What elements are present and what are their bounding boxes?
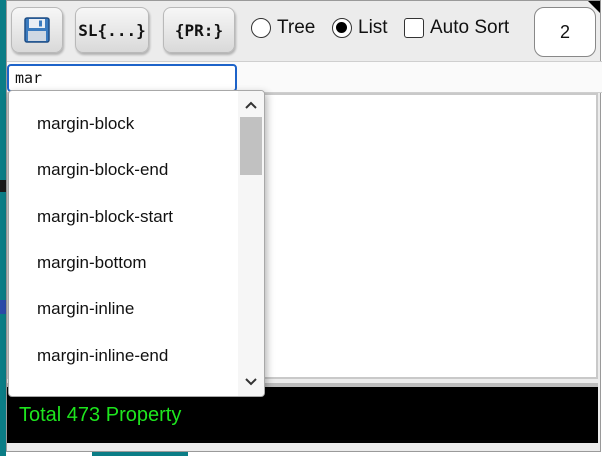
dropdown-scrollbar[interactable] xyxy=(238,91,264,396)
floppy-disk-icon xyxy=(24,17,50,43)
search-input[interactable] xyxy=(7,64,237,92)
tree-label: Tree xyxy=(277,17,316,38)
auto-sort-label: Auto Sort xyxy=(430,17,510,38)
auto-sort-option[interactable]: Auto Sort xyxy=(404,13,509,43)
search-row xyxy=(7,61,602,93)
autocomplete-item[interactable]: margin-bottom xyxy=(9,240,237,286)
chevron-down-icon[interactable] xyxy=(238,370,264,394)
list-label: List xyxy=(358,17,388,38)
list-radio[interactable] xyxy=(332,18,352,38)
sl-button[interactable]: SL{...} xyxy=(75,7,149,53)
save-button[interactable] xyxy=(11,7,63,53)
autocomplete-item[interactable]: margin-block-start xyxy=(9,194,237,240)
count-value: 2 xyxy=(559,21,570,42)
tree-radio[interactable] xyxy=(251,18,271,38)
corner-resize-icon[interactable] xyxy=(588,1,600,13)
list-option[interactable]: List xyxy=(332,13,388,43)
pr-button[interactable]: {PR:} xyxy=(163,7,235,53)
scrollbar-thumb[interactable] xyxy=(240,117,262,175)
toolbar: SL{...} {PR:} Tree List Auto Sort 2 xyxy=(7,1,600,59)
autocomplete-item[interactable]: margin-inline xyxy=(9,286,237,332)
autocomplete-list: margin-block margin-block-end margin-blo… xyxy=(9,101,237,379)
autocomplete-item[interactable]: margin-block xyxy=(9,101,237,147)
status-text: Total 473 Property xyxy=(19,403,182,426)
count-box[interactable]: 2 xyxy=(534,7,596,57)
autocomplete-item[interactable]: margin-inline-end xyxy=(9,332,237,378)
autocomplete-item[interactable]: margin-block-end xyxy=(9,147,237,193)
chevron-up-icon[interactable] xyxy=(238,93,264,117)
auto-sort-checkbox[interactable] xyxy=(404,18,424,38)
tree-option[interactable]: Tree xyxy=(251,13,315,43)
autocomplete-dropdown: margin-block margin-block-end margin-blo… xyxy=(8,90,265,397)
